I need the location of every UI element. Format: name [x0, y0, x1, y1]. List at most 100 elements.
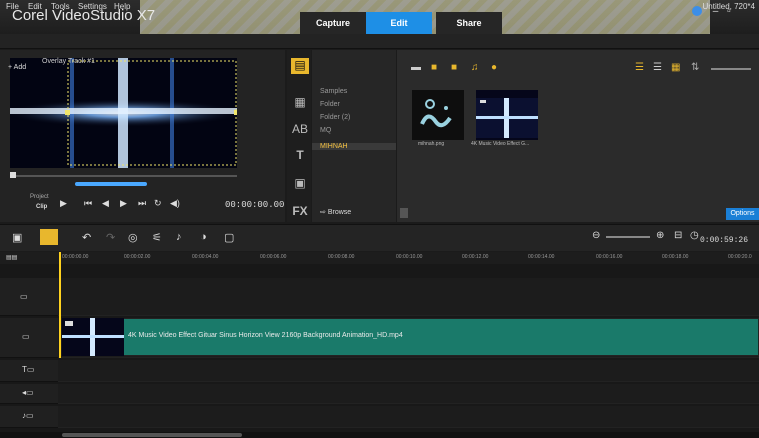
zoom-out-icon[interactable]: ⊖ — [592, 230, 600, 241]
clip-mode-label[interactable]: Clip — [36, 204, 47, 210]
tab-edit[interactable]: Edit — [366, 12, 432, 34]
title-icon[interactable]: T — [291, 148, 309, 164]
folder-samples[interactable]: Samples — [320, 88, 347, 95]
show-audio-icon[interactable]: ♫ — [471, 62, 479, 73]
collapse-library-icon[interactable] — [400, 208, 408, 218]
thumbnail-view-icon[interactable]: ▦ — [671, 62, 680, 73]
tab-share[interactable]: Share — [436, 12, 502, 34]
video-track-icon: ▭ — [20, 292, 28, 301]
track-header-voice[interactable]: ◂▭ — [0, 384, 58, 404]
track-header-overlay[interactable]: ▭ — [0, 318, 58, 358]
list-view-icon[interactable]: ☰ — [635, 62, 644, 73]
volume-icon[interactable]: ◀) — [170, 198, 180, 209]
browse-button[interactable]: ⇨ Browse — [320, 208, 351, 216]
media-icon[interactable]: ▤ — [291, 58, 309, 74]
repeat-icon[interactable]: ↻ — [154, 198, 162, 209]
track-header-title[interactable]: T▭ — [0, 360, 58, 382]
record-capture-icon[interactable]: ◎ — [128, 231, 138, 244]
storyboard-view-icon[interactable]: ▣ — [12, 231, 22, 244]
show-videos-icon[interactable]: ■ — [431, 62, 437, 73]
project-mode-label[interactable]: Project — [30, 194, 49, 200]
preview-timecode[interactable]: 00:00:00.00 — [225, 200, 284, 210]
library-folder-panel — [312, 50, 396, 222]
sort-icon[interactable]: ⇅ — [691, 62, 699, 73]
title-track-icon: T▭ — [22, 365, 35, 374]
instant-project-icon[interactable]: ▦ — [291, 95, 309, 111]
track-manager-icon[interactable]: ▤▤ — [6, 254, 17, 261]
track-video[interactable] — [58, 278, 759, 316]
ruler-tick: 00:00:10.00 — [396, 254, 423, 260]
zoom-in-icon[interactable]: ⊕ — [656, 230, 664, 241]
overlay-clip-title: 4K Music Video Effect Gituar Sinus Horiz… — [128, 332, 403, 339]
ruler-tick: 00:00:04.00 — [192, 254, 219, 260]
library-toolbar: ▬ ■ ■ ♫ ● ☰ ☰ ▦ ⇅ — [405, 62, 755, 76]
track-header-video[interactable]: ▭ — [0, 278, 58, 316]
thumb-label-mihnah: mihnah.png — [418, 141, 445, 147]
thumb-music-video[interactable] — [476, 90, 538, 140]
folder-folder-2[interactable]: Folder (2) — [320, 114, 350, 121]
thumb-mihnah[interactable] — [412, 90, 464, 140]
mihnah-logo-image — [412, 90, 464, 140]
trim-bar[interactable] — [10, 175, 237, 177]
timeline-view-icon[interactable] — [40, 229, 58, 245]
voice-track-icon: ◂▭ — [22, 388, 34, 397]
menu-help[interactable]: Help — [114, 2, 130, 11]
track-header-music[interactable]: ♪▭ — [0, 406, 58, 428]
transition-icon[interactable]: AB — [291, 122, 309, 138]
ruler-tick: 00:00:18.00 — [662, 254, 689, 260]
trim-selection[interactable] — [75, 182, 147, 186]
music-video-image — [476, 90, 538, 140]
go-to-start-icon[interactable]: ⏮ — [84, 198, 92, 209]
track-voice[interactable] — [58, 384, 759, 404]
motion-tracking-icon[interactable]: ◑ — [200, 231, 207, 243]
options-button[interactable]: Options — [726, 208, 759, 220]
previous-frame-icon[interactable]: ◀ — [102, 198, 109, 209]
graphic-icon[interactable]: ▣ — [291, 176, 309, 192]
triple-scene-icon[interactable]: ● — [491, 62, 497, 73]
go-to-end-icon[interactable]: ⏭ — [138, 198, 146, 209]
preview-screen[interactable] — [10, 58, 237, 168]
folder-mihnah[interactable]: MIHNAH — [312, 143, 396, 150]
horizontal-scrollbar[interactable] — [62, 433, 242, 437]
menu-tools[interactable]: Tools — [51, 2, 70, 11]
overlay-track-label: Overlay Track #1 — [42, 58, 95, 65]
folder-open-icon[interactable]: ▬ — [411, 62, 421, 73]
menu-edit[interactable]: Edit — [28, 2, 42, 11]
menu-file[interactable]: File — [6, 2, 19, 11]
add-folder-button[interactable]: + Add — [8, 64, 26, 71]
music-track-icon: ♪▭ — [22, 411, 34, 420]
detail-view-icon[interactable]: ☰ — [653, 62, 662, 73]
play-icon[interactable]: ▶ — [60, 198, 67, 209]
ruler-tick: 00:00:02.00 — [124, 254, 151, 260]
menu-bar — [0, 34, 759, 49]
show-photos-icon[interactable]: ■ — [451, 62, 457, 73]
undo-icon[interactable]: ↶ — [82, 231, 91, 244]
track-music[interactable] — [58, 406, 759, 428]
scrubber-handle[interactable] — [10, 172, 16, 178]
redo-icon[interactable]: ↷ — [106, 231, 115, 244]
ruler-tick: 00:00:00.00 — [62, 254, 89, 260]
ruler-tick: 00:00:08.00 — [328, 254, 355, 260]
timeline-toolbar: ▣ ↶ ↷ ◎ ⚟ ♪ ◑ ▢ ⊖ ⊕ ⊟ ◷ — [0, 224, 759, 251]
thumb-label-music-video: 4K Music Video Effect G... — [471, 141, 530, 147]
thumbnail-size-slider[interactable] — [711, 68, 751, 70]
preview-image — [10, 58, 237, 168]
zoom-slider[interactable] — [606, 236, 650, 238]
globe-icon[interactable] — [692, 6, 702, 17]
auto-music-icon[interactable]: ♪ — [176, 231, 182, 243]
ruler-tick: 00:00:20.0 — [728, 254, 752, 260]
fit-project-icon[interactable]: ⊟ — [674, 230, 682, 241]
ruler-tick: 00:00:06.00 — [260, 254, 287, 260]
timeline-ruler[interactable] — [0, 252, 759, 264]
playhead[interactable] — [59, 252, 61, 358]
tab-capture[interactable]: Capture — [300, 12, 366, 34]
folder-folder[interactable]: Folder — [320, 101, 340, 108]
subtitle-editor-icon[interactable]: ▢ — [224, 231, 234, 244]
menu-settings[interactable]: Settings — [78, 2, 107, 11]
ruler-tick: 00:00:16.00 — [596, 254, 623, 260]
next-frame-icon[interactable]: ▶ — [120, 198, 127, 209]
folder-mq[interactable]: MQ — [320, 127, 331, 134]
track-title[interactable] — [58, 360, 759, 382]
filter-icon[interactable]: FX — [291, 204, 309, 220]
sound-mixer-icon[interactable]: ⚟ — [152, 231, 162, 244]
